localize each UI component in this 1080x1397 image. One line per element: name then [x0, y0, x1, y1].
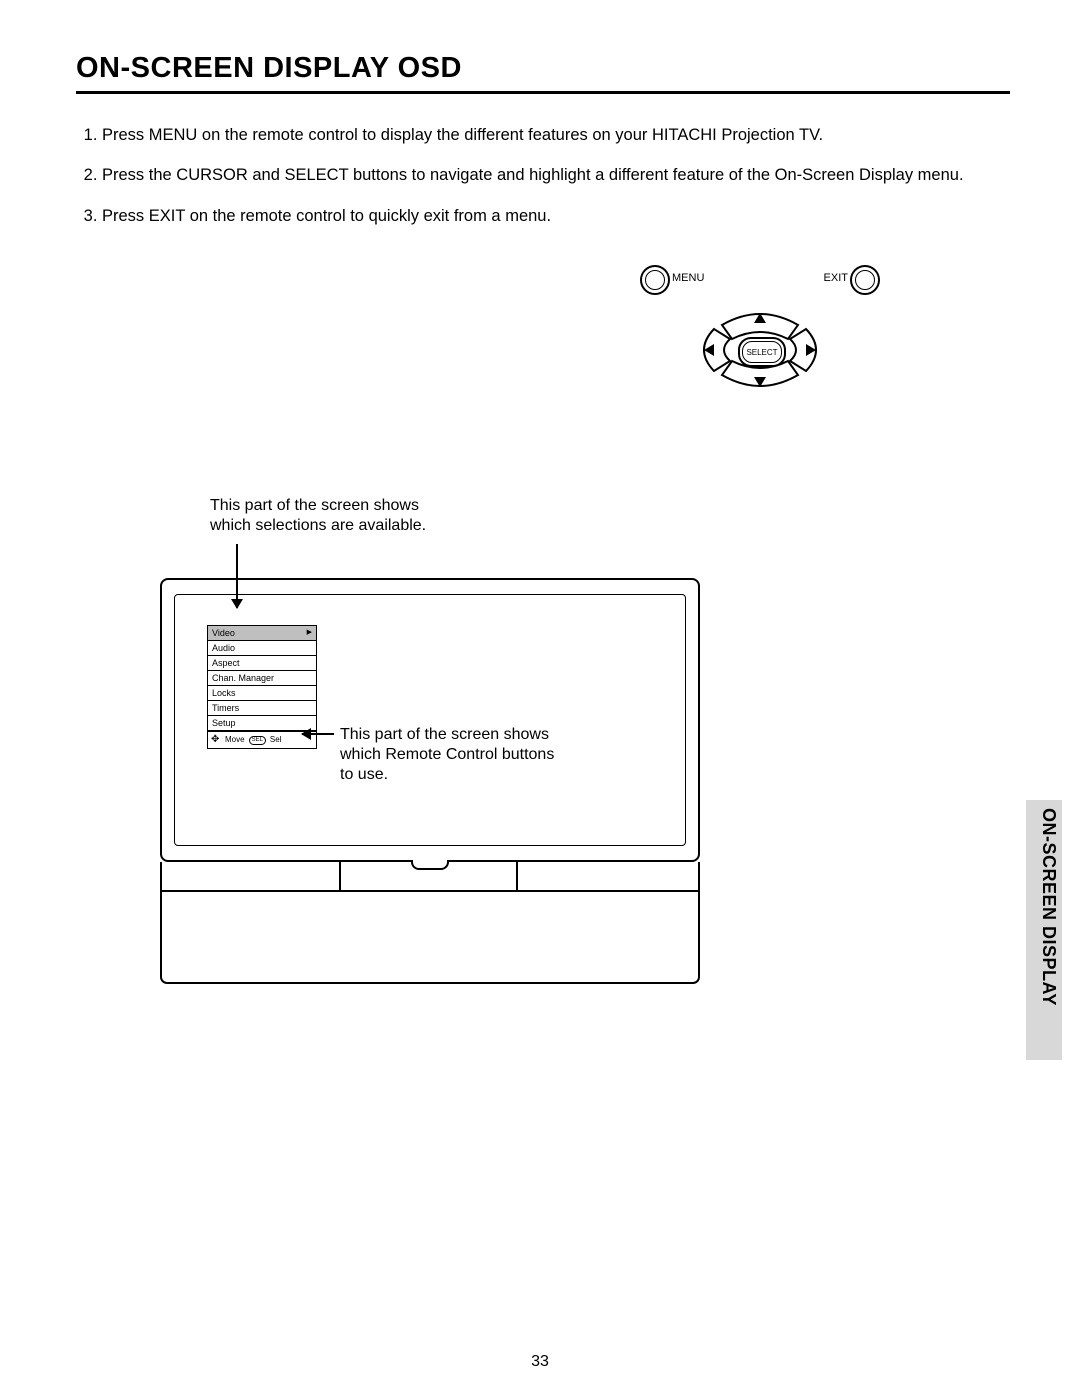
cursor-dpad: SELECT: [688, 295, 832, 405]
osd-menu-item-audio[interactable]: Audio: [207, 640, 317, 656]
page-number: 33: [0, 1353, 1080, 1371]
dpad-icon: [212, 736, 221, 745]
select-button[interactable]: SELECT: [738, 337, 786, 367]
arrow-left-icon: [302, 733, 334, 735]
manual-page: ON-SCREEN DISPLAY OSD Press MENU on the …: [0, 0, 1080, 1397]
title-rule: [76, 91, 1010, 94]
menu-button[interactable]: [640, 265, 670, 295]
menu-button-label: MENU: [672, 272, 704, 284]
exit-button-label: EXIT: [824, 272, 848, 284]
instruction-list: Press MENU on the remote control to disp…: [76, 124, 1010, 227]
page-title: ON-SCREEN DISPLAY OSD: [76, 52, 1010, 85]
ir-receiver-icon: [411, 860, 449, 870]
annotation-remote-buttons: This part of the screen shows which Remo…: [340, 725, 554, 785]
osd-menu-item-aspect[interactable]: Aspect: [207, 655, 317, 671]
annotation-available-selections: This part of the screen shows which sele…: [210, 496, 426, 536]
remote-buttons-diagram: MENU EXIT SELECT: [640, 265, 880, 420]
instruction-item: Press the CURSOR and SELECT buttons to n…: [102, 164, 1010, 186]
side-section-label: ON-SCREEN DISPLAY: [1038, 808, 1059, 1006]
select-button-label: SELECT: [746, 348, 777, 357]
chevron-right-icon: ▶: [307, 627, 312, 639]
osd-menu-item-chan-manager[interactable]: Chan. Manager: [207, 670, 317, 686]
osd-menu-item-timers[interactable]: Timers: [207, 700, 317, 716]
osd-menu-item-video[interactable]: Video ▶: [207, 625, 317, 641]
instruction-item: Press EXIT on the remote control to quic…: [102, 205, 1010, 227]
instruction-item: Press MENU on the remote control to disp…: [102, 124, 1010, 146]
osd-menu-item-locks[interactable]: Locks: [207, 685, 317, 701]
sel-pill-icon: SEL: [249, 736, 266, 745]
exit-button[interactable]: [850, 265, 880, 295]
